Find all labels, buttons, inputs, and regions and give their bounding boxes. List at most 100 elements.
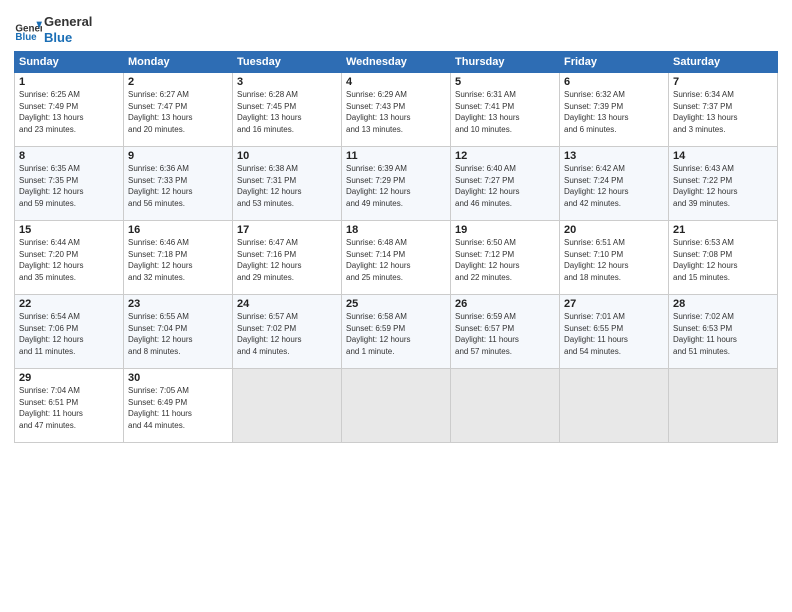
header: General Blue General Blue — [14, 10, 778, 45]
calendar-cell: 22Sunrise: 6:54 AMSunset: 7:06 PMDayligh… — [15, 295, 124, 369]
calendar-cell: 8Sunrise: 6:35 AMSunset: 7:35 PMDaylight… — [15, 147, 124, 221]
weekday-header: Wednesday — [342, 52, 451, 73]
weekday-header: Friday — [560, 52, 669, 73]
day-info: Sunrise: 6:31 AMSunset: 7:41 PMDaylight:… — [455, 89, 555, 135]
calendar-cell — [233, 369, 342, 443]
weekday-header: Tuesday — [233, 52, 342, 73]
calendar-cell: 30Sunrise: 7:05 AMSunset: 6:49 PMDayligh… — [124, 369, 233, 443]
calendar-cell: 14Sunrise: 6:43 AMSunset: 7:22 PMDayligh… — [669, 147, 778, 221]
day-number: 23 — [128, 298, 228, 310]
logo-general: General — [44, 14, 92, 29]
day-info: Sunrise: 6:32 AMSunset: 7:39 PMDaylight:… — [564, 89, 664, 135]
day-number: 18 — [346, 224, 446, 236]
day-info: Sunrise: 6:28 AMSunset: 7:45 PMDaylight:… — [237, 89, 337, 135]
calendar-table: SundayMondayTuesdayWednesdayThursdayFrid… — [14, 51, 778, 443]
calendar-cell: 23Sunrise: 6:55 AMSunset: 7:04 PMDayligh… — [124, 295, 233, 369]
day-number: 21 — [673, 224, 773, 236]
calendar-cell: 28Sunrise: 7:02 AMSunset: 6:53 PMDayligh… — [669, 295, 778, 369]
day-number: 7 — [673, 76, 773, 88]
day-info: Sunrise: 6:38 AMSunset: 7:31 PMDaylight:… — [237, 163, 337, 209]
day-info: Sunrise: 6:36 AMSunset: 7:33 PMDaylight:… — [128, 163, 228, 209]
weekday-header: Monday — [124, 52, 233, 73]
calendar-week-row: 29Sunrise: 7:04 AMSunset: 6:51 PMDayligh… — [15, 369, 778, 443]
weekday-header-row: SundayMondayTuesdayWednesdayThursdayFrid… — [15, 52, 778, 73]
day-number: 20 — [564, 224, 664, 236]
day-number: 27 — [564, 298, 664, 310]
calendar-cell: 4Sunrise: 6:29 AMSunset: 7:43 PMDaylight… — [342, 73, 451, 147]
day-info: Sunrise: 6:27 AMSunset: 7:47 PMDaylight:… — [128, 89, 228, 135]
day-info: Sunrise: 6:51 AMSunset: 7:10 PMDaylight:… — [564, 237, 664, 283]
day-number: 10 — [237, 150, 337, 162]
day-info: Sunrise: 6:58 AMSunset: 6:59 PMDaylight:… — [346, 311, 446, 357]
calendar-cell — [560, 369, 669, 443]
calendar-cell — [451, 369, 560, 443]
day-number: 22 — [19, 298, 119, 310]
day-info: Sunrise: 6:29 AMSunset: 7:43 PMDaylight:… — [346, 89, 446, 135]
day-info: Sunrise: 6:34 AMSunset: 7:37 PMDaylight:… — [673, 89, 773, 135]
day-info: Sunrise: 6:53 AMSunset: 7:08 PMDaylight:… — [673, 237, 773, 283]
calendar-cell: 27Sunrise: 7:01 AMSunset: 6:55 PMDayligh… — [560, 295, 669, 369]
calendar-cell: 15Sunrise: 6:44 AMSunset: 7:20 PMDayligh… — [15, 221, 124, 295]
day-number: 6 — [564, 76, 664, 88]
calendar-cell: 5Sunrise: 6:31 AMSunset: 7:41 PMDaylight… — [451, 73, 560, 147]
day-info: Sunrise: 6:43 AMSunset: 7:22 PMDaylight:… — [673, 163, 773, 209]
logo-blue: Blue — [44, 30, 72, 45]
day-number: 29 — [19, 372, 119, 384]
calendar-cell: 18Sunrise: 6:48 AMSunset: 7:14 PMDayligh… — [342, 221, 451, 295]
calendar-cell: 11Sunrise: 6:39 AMSunset: 7:29 PMDayligh… — [342, 147, 451, 221]
day-number: 30 — [128, 372, 228, 384]
calendar-week-row: 22Sunrise: 6:54 AMSunset: 7:06 PMDayligh… — [15, 295, 778, 369]
logo-label: General Blue — [44, 14, 92, 45]
calendar-page: General Blue General Blue SundayMondayTu… — [0, 0, 792, 612]
day-info: Sunrise: 6:59 AMSunset: 6:57 PMDaylight:… — [455, 311, 555, 357]
logo-icon: General Blue — [14, 16, 42, 44]
day-info: Sunrise: 7:01 AMSunset: 6:55 PMDaylight:… — [564, 311, 664, 357]
calendar-cell: 24Sunrise: 6:57 AMSunset: 7:02 PMDayligh… — [233, 295, 342, 369]
day-info: Sunrise: 7:05 AMSunset: 6:49 PMDaylight:… — [128, 385, 228, 431]
day-number: 28 — [673, 298, 773, 310]
calendar-cell: 2Sunrise: 6:27 AMSunset: 7:47 PMDaylight… — [124, 73, 233, 147]
calendar-cell: 6Sunrise: 6:32 AMSunset: 7:39 PMDaylight… — [560, 73, 669, 147]
day-number: 13 — [564, 150, 664, 162]
day-number: 9 — [128, 150, 228, 162]
calendar-week-row: 8Sunrise: 6:35 AMSunset: 7:35 PMDaylight… — [15, 147, 778, 221]
day-info: Sunrise: 6:39 AMSunset: 7:29 PMDaylight:… — [346, 163, 446, 209]
day-number: 15 — [19, 224, 119, 236]
calendar-cell: 26Sunrise: 6:59 AMSunset: 6:57 PMDayligh… — [451, 295, 560, 369]
calendar-cell: 17Sunrise: 6:47 AMSunset: 7:16 PMDayligh… — [233, 221, 342, 295]
day-info: Sunrise: 6:50 AMSunset: 7:12 PMDaylight:… — [455, 237, 555, 283]
day-info: Sunrise: 6:54 AMSunset: 7:06 PMDaylight:… — [19, 311, 119, 357]
day-info: Sunrise: 6:42 AMSunset: 7:24 PMDaylight:… — [564, 163, 664, 209]
day-info: Sunrise: 6:47 AMSunset: 7:16 PMDaylight:… — [237, 237, 337, 283]
calendar-cell — [669, 369, 778, 443]
calendar-cell: 9Sunrise: 6:36 AMSunset: 7:33 PMDaylight… — [124, 147, 233, 221]
day-info: Sunrise: 6:57 AMSunset: 7:02 PMDaylight:… — [237, 311, 337, 357]
day-number: 11 — [346, 150, 446, 162]
logo: General Blue General Blue — [14, 14, 92, 45]
weekday-header: Saturday — [669, 52, 778, 73]
calendar-cell: 19Sunrise: 6:50 AMSunset: 7:12 PMDayligh… — [451, 221, 560, 295]
calendar-cell: 13Sunrise: 6:42 AMSunset: 7:24 PMDayligh… — [560, 147, 669, 221]
day-info: Sunrise: 6:44 AMSunset: 7:20 PMDaylight:… — [19, 237, 119, 283]
day-number: 26 — [455, 298, 555, 310]
calendar-cell: 3Sunrise: 6:28 AMSunset: 7:45 PMDaylight… — [233, 73, 342, 147]
day-info: Sunrise: 6:25 AMSunset: 7:49 PMDaylight:… — [19, 89, 119, 135]
day-number: 17 — [237, 224, 337, 236]
day-info: Sunrise: 6:55 AMSunset: 7:04 PMDaylight:… — [128, 311, 228, 357]
calendar-cell: 25Sunrise: 6:58 AMSunset: 6:59 PMDayligh… — [342, 295, 451, 369]
day-number: 3 — [237, 76, 337, 88]
day-number: 24 — [237, 298, 337, 310]
day-number: 14 — [673, 150, 773, 162]
calendar-cell: 10Sunrise: 6:38 AMSunset: 7:31 PMDayligh… — [233, 147, 342, 221]
day-number: 5 — [455, 76, 555, 88]
calendar-cell: 16Sunrise: 6:46 AMSunset: 7:18 PMDayligh… — [124, 221, 233, 295]
day-info: Sunrise: 7:02 AMSunset: 6:53 PMDaylight:… — [673, 311, 773, 357]
day-number: 19 — [455, 224, 555, 236]
day-number: 1 — [19, 76, 119, 88]
weekday-header: Sunday — [15, 52, 124, 73]
day-info: Sunrise: 6:40 AMSunset: 7:27 PMDaylight:… — [455, 163, 555, 209]
calendar-cell: 20Sunrise: 6:51 AMSunset: 7:10 PMDayligh… — [560, 221, 669, 295]
calendar-cell: 7Sunrise: 6:34 AMSunset: 7:37 PMDaylight… — [669, 73, 778, 147]
day-number: 25 — [346, 298, 446, 310]
day-info: Sunrise: 7:04 AMSunset: 6:51 PMDaylight:… — [19, 385, 119, 431]
